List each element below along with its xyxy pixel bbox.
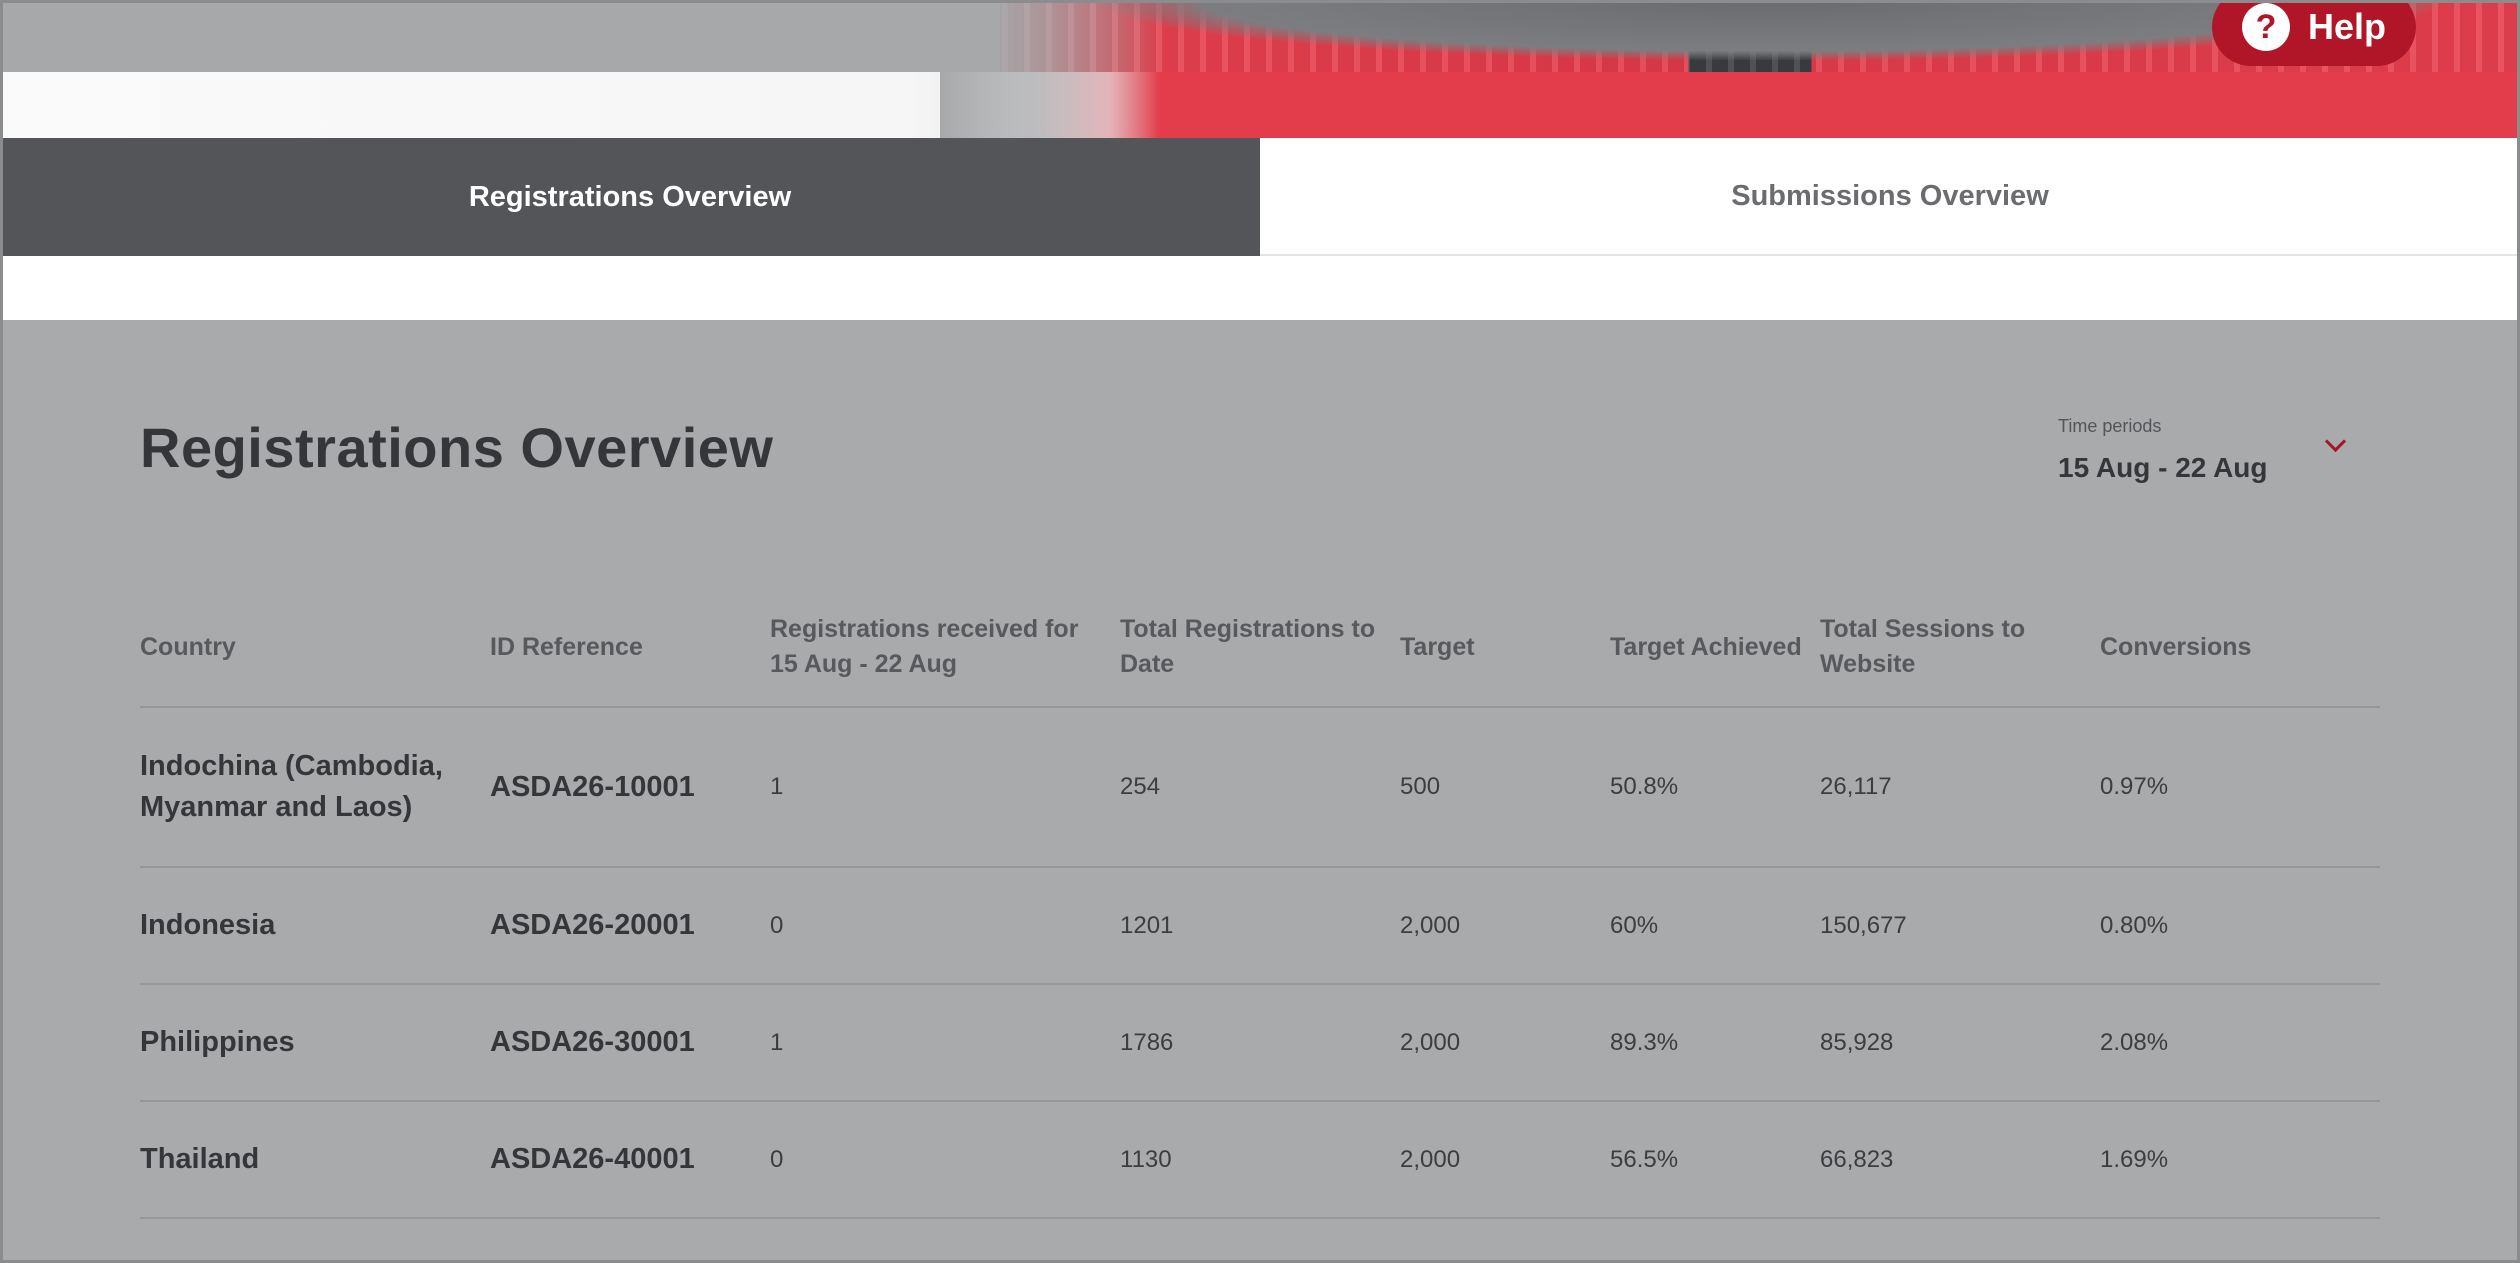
table-header-row: Country ID Reference Registrations recei… [140, 588, 2380, 708]
help-icon: ? [2242, 3, 2290, 51]
cell-id-reference: ASDA26-20001 [490, 909, 695, 941]
chevron-down-icon [2324, 430, 2347, 453]
cell-registrations-received: 0 [770, 1145, 784, 1173]
cell-total-sessions: 26,117 [1820, 773, 1892, 800]
cell-id-reference: ASDA26-40001 [490, 1143, 695, 1175]
cell-target-achieved: 60% [1610, 911, 1659, 939]
registrations-table: Country ID Reference Registrations recei… [140, 588, 2380, 1219]
cell-id-reference: ASDA26-10001 [490, 770, 695, 803]
cell-total-registrations: 1201 [1120, 911, 1174, 939]
cell-target: 500 [1400, 773, 1441, 800]
column-header-country: Country [140, 632, 236, 661]
cell-total-registrations: 1786 [1120, 1028, 1174, 1056]
time-period-dropdown[interactable]: Time periods 15 Aug - 22 Aug [2058, 416, 2358, 496]
cell-registrations-received: 0 [770, 911, 784, 939]
cell-target-achieved: 89.3% [1610, 1028, 1679, 1056]
cell-total-sessions: 150,677 [1820, 911, 1907, 939]
column-header-registrations-received: Registrations received for 15 Aug - 22 A… [770, 615, 1079, 678]
help-label: Help [2308, 6, 2387, 47]
hero-fade [940, 0, 1160, 138]
cell-conversions: 1.69% [2100, 1145, 2169, 1173]
cell-target: 2,000 [1400, 1145, 1461, 1173]
cell-target-achieved: 50.8% [1610, 773, 1679, 800]
time-period-label: Time periods [2058, 416, 2162, 436]
time-period-value: 15 Aug - 22 Aug [2058, 452, 2268, 483]
cell-total-registrations: 254 [1120, 773, 1161, 800]
cell-country: Indonesia [140, 909, 276, 941]
help-button[interactable]: ? Help [2212, 0, 2416, 66]
column-header-target-achieved: Target Achieved [1610, 632, 1802, 661]
cell-country: Thailand [140, 1143, 260, 1175]
hero-banner: ? Help [0, 0, 2520, 138]
table-row: Philippines ASDA26-30001 1 1786 2,000 89… [140, 985, 2380, 1102]
table-row: Thailand ASDA26-40001 0 1130 2,000 56.5%… [140, 1102, 2380, 1219]
cell-target: 2,000 [1400, 1028, 1461, 1056]
cell-target: 2,000 [1400, 911, 1461, 939]
cell-total-sessions: 66,823 [1820, 1145, 1894, 1173]
table-row: Indochina (Cambodia, Myanmar and Laos) A… [140, 708, 2380, 868]
column-header-target: Target [1400, 632, 1475, 661]
cell-id-reference: ASDA26-30001 [490, 1026, 695, 1058]
column-header-total-registrations: Total Registrations to Date [1120, 615, 1376, 678]
cell-registrations-received: 1 [770, 1028, 784, 1056]
tab-bar: Registrations Overview Submissions Overv… [0, 138, 2520, 320]
hero-strip [0, 72, 2520, 138]
cell-registrations-received: 1 [770, 773, 784, 800]
cell-conversions: 2.08% [2100, 1028, 2169, 1056]
page-title: Registrations Overview [140, 416, 774, 479]
tab-registrations-overview[interactable]: Registrations Overview [0, 138, 1260, 256]
column-header-id-reference: ID Reference [490, 632, 643, 661]
main-content: Registrations Overview Time periods 15 A… [0, 320, 2520, 1263]
hero-overlay [0, 0, 1000, 72]
table-row: Indonesia ASDA26-20001 0 1201 2,000 60% … [140, 868, 2380, 985]
column-header-conversions: Conversions [2100, 632, 2252, 661]
cell-conversions: 0.80% [2100, 911, 2169, 939]
cell-country: Indochina (Cambodia, Myanmar and Laos) [140, 750, 443, 823]
column-header-total-sessions: Total Sessions to Website [1820, 615, 2026, 678]
cell-total-registrations: 1130 [1120, 1145, 1172, 1173]
cell-conversions: 0.97% [2100, 773, 2169, 800]
cell-total-sessions: 85,928 [1820, 1028, 1894, 1056]
tab-submissions-overview[interactable]: Submissions Overview [1260, 138, 2520, 256]
cell-country: Philippines [140, 1026, 295, 1058]
cell-target-achieved: 56.5% [1610, 1145, 1679, 1173]
